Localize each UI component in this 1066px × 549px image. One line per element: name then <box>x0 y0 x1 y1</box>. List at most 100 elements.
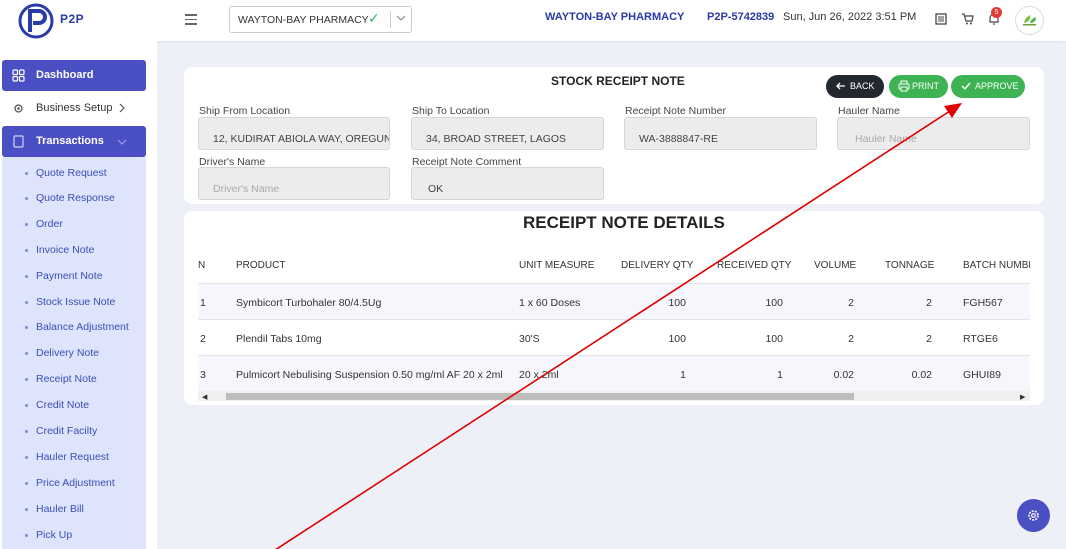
header-account-id: P2P-5742839 <box>707 11 775 23</box>
details-table: N PRODUCT UNIT MEASURE DELIVERY QTY RECE… <box>198 246 1030 392</box>
hauler-name-label: Hauler Name <box>838 105 900 117</box>
column-header[interactable]: UNIT MEASURE <box>519 260 594 271</box>
ship-from-field[interactable] <box>198 117 390 150</box>
scroll-left-arrow-icon[interactable]: ◀ <box>202 393 207 401</box>
cell-batch: RTGE6 <box>963 333 998 345</box>
chevron-down-icon[interactable] <box>394 11 408 25</box>
cell-delivery-qty: 100 <box>668 333 686 345</box>
sidebar-subitem[interactable]: Hauler Request <box>25 451 109 463</box>
cell-received-qty: 100 <box>765 333 783 345</box>
sidebar-subitem[interactable]: Hauler Bill <box>25 503 84 515</box>
cell-unit: 30'S <box>519 333 540 345</box>
cell-batch: GHUI89 <box>963 369 1001 381</box>
cell-product: Symbicort Turbohaler 80/4.5Ug <box>236 297 382 309</box>
comment-field[interactable] <box>411 167 604 200</box>
sidebar-subitem[interactable]: Payment Note <box>25 270 103 282</box>
avatar[interactable] <box>1015 6 1044 35</box>
cell-tonnage: 0.02 <box>911 369 932 381</box>
leaf-logo-icon <box>1023 15 1036 26</box>
ship-from-label: Ship From Location <box>199 105 291 117</box>
transactions-submenu: Quote Request Quote Response Order Invoi… <box>2 157 146 549</box>
gear-icon <box>1028 510 1039 521</box>
column-header[interactable]: VOLUME <box>814 260 856 271</box>
approve-button[interactable]: APPROVE <box>951 75 1025 98</box>
sidebar-item-label: Business Setup <box>36 102 113 114</box>
sidebar-subitem[interactable]: Price Adjustment <box>25 477 115 489</box>
cell-unit: 20 x 2ml <box>519 369 559 381</box>
grid-icon <box>12 69 25 82</box>
back-button[interactable]: BACK <box>826 75 884 98</box>
details-title: RECEIPT NOTE DETAILS <box>523 213 725 232</box>
gear-icon <box>14 104 23 113</box>
cell-n: 2 <box>200 333 206 345</box>
column-header[interactable]: N <box>198 260 205 271</box>
column-header[interactable]: RECEIVED QTY <box>717 260 791 271</box>
check-icon: ✓ <box>368 10 380 26</box>
table-row[interactable]: 1 Symbicort Turbohaler 80/4.5Ug 1 x 60 D… <box>198 283 1030 319</box>
driver-name-field[interactable] <box>198 167 390 200</box>
sidebar-subitem[interactable]: Credit Facilty <box>24 425 97 437</box>
page-title: STOCK RECEIPT NOTE <box>551 74 685 88</box>
p2p-logo-icon[interactable] <box>18 2 56 39</box>
cell-unit: 1 x 60 Doses <box>519 297 581 309</box>
sidebar-subitem[interactable]: Balance Adjustment <box>25 321 129 333</box>
sidebar-item-dashboard[interactable]: Dashboard <box>2 60 146 91</box>
scroll-right-arrow-icon[interactable]: ▶ <box>1020 393 1025 401</box>
logo-text: P2P <box>60 12 85 26</box>
sidebar-subitem[interactable]: Receipt Note <box>25 373 97 385</box>
cell-product: Plendil Tabs 10mg <box>236 333 322 345</box>
ship-to-field[interactable] <box>411 117 604 150</box>
check-icon <box>961 82 971 91</box>
settings-fab[interactable] <box>1017 499 1050 532</box>
sidebar-subitem[interactable]: Pick Up <box>24 529 72 541</box>
menu-toggle-icon[interactable] <box>185 14 197 25</box>
column-header[interactable]: DELIVERY QTY <box>621 260 693 271</box>
select-divider <box>390 11 391 28</box>
sidebar-item-business-setup[interactable]: Business Setup <box>2 93 146 124</box>
cart-icon[interactable] <box>961 12 975 26</box>
sidebar-subitem[interactable]: Delivery Note <box>24 347 99 359</box>
sidebar-item-label: Dashboard <box>36 69 94 81</box>
cell-volume: 2 <box>848 297 854 309</box>
store-select-value: WAYTON-BAY PHARMACY <box>238 14 369 26</box>
cell-batch: FGH567 <box>963 297 1003 309</box>
column-header[interactable]: BATCH NUMBE <box>963 260 1030 271</box>
cell-n: 3 <box>200 369 206 381</box>
sidebar-subitem[interactable]: Quote Response <box>25 192 115 204</box>
header-store-name: WAYTON-BAY PHARMACY <box>545 11 685 23</box>
cell-volume: 0.02 <box>833 369 854 381</box>
header-datetime: Sun, Jun 26, 2022 3:51 PM <box>783 11 917 23</box>
sidebar-item-label: Transactions <box>36 135 104 147</box>
printer-icon <box>898 80 910 92</box>
cell-volume: 2 <box>848 333 854 345</box>
print-button[interactable]: PRINT <box>889 75 948 98</box>
sidebar-item-transactions[interactable]: Transactions <box>2 126 146 157</box>
top-bar: P2P WAYTON-BAY PHARMACY ✓ WAYTON-BAY PHA… <box>0 0 1066 41</box>
column-header[interactable]: PRODUCT <box>236 260 285 271</box>
approve-button-label: APPROVE <box>975 81 1019 91</box>
list-icon[interactable] <box>934 12 948 26</box>
scrollbar-thumb[interactable] <box>226 393 854 400</box>
sidebar-subitem[interactable]: Credit Note <box>24 399 89 411</box>
receipt-number-field[interactable] <box>624 117 817 150</box>
cell-received-qty: 1 <box>777 369 783 381</box>
cell-tonnage: 2 <box>926 297 932 309</box>
hauler-name-field[interactable] <box>837 117 1030 150</box>
horizontal-scrollbar[interactable]: ◀ ▶ <box>198 391 1030 401</box>
back-button-label: BACK <box>850 81 875 91</box>
cell-n: 1 <box>200 297 206 309</box>
column-header[interactable]: TONNAGE <box>885 260 934 271</box>
table-row[interactable]: 2 Plendil Tabs 10mg 30'S 100 100 2 2 RTG… <box>198 319 1030 355</box>
sidebar-subitem[interactable]: Quote Request <box>25 167 107 179</box>
sidebar-subitem[interactable]: Stock Issue Note <box>24 296 115 308</box>
arrow-left-icon <box>836 82 845 90</box>
ship-to-label: Ship To Location <box>412 105 490 117</box>
table-row[interactable]: 3 Pulmicort Nebulising Suspension 0.50 m… <box>198 355 1030 391</box>
chevron-right-icon <box>119 103 125 113</box>
store-select[interactable]: WAYTON-BAY PHARMACY ✓ <box>229 6 412 33</box>
sidebar-subitem[interactable]: Invoice Note <box>24 244 94 256</box>
receipt-number-label: Receipt Note Number <box>625 105 726 117</box>
sidebar-subitem[interactable]: Order <box>25 218 63 230</box>
document-icon <box>13 135 24 148</box>
cell-product: Pulmicort Nebulising Suspension 0.50 mg/… <box>236 369 503 381</box>
